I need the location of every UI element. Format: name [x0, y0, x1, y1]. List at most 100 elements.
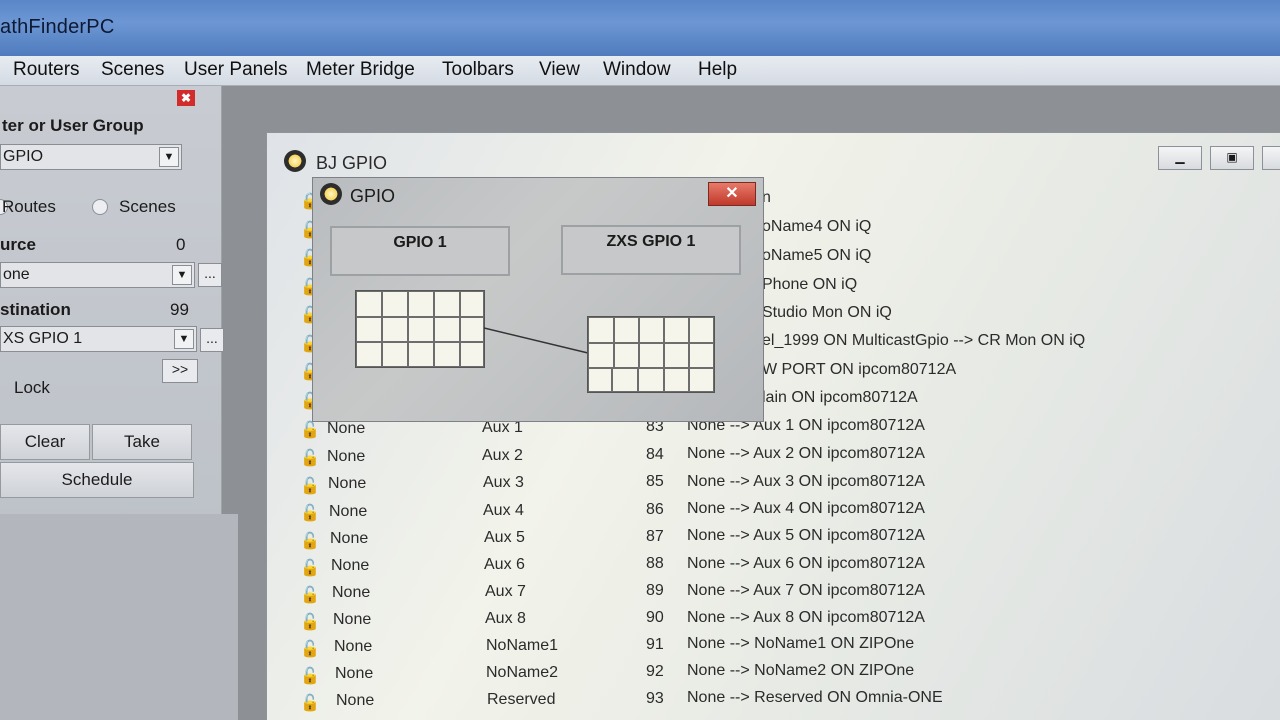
filter-value: GPIO: [3, 148, 44, 165]
gpio-pin[interactable]: [588, 343, 614, 368]
unlock-icon[interactable]: 🔓: [300, 476, 322, 496]
table-cell-route: None --> NoName1 ON ZIPOne: [687, 635, 915, 652]
table-cell-route: None --> Aux 7 ON ipcom80712A: [687, 582, 925, 599]
routes-radio-label: Routes: [2, 197, 56, 216]
table-cell-number: 93: [646, 690, 664, 707]
panel-lower-area: [0, 514, 238, 720]
table-cell-source: None: [335, 665, 374, 682]
gpio-pin[interactable]: [408, 342, 434, 367]
gpio-pin[interactable]: [689, 343, 714, 368]
unlock-icon[interactable]: 🔓: [300, 666, 322, 686]
table-cell-source: None: [334, 638, 373, 655]
gpio-pin[interactable]: [639, 317, 664, 343]
unlock-icon[interactable]: 🔓: [300, 558, 322, 578]
gpio-pin[interactable]: [588, 317, 614, 343]
table-cell-route: oName5 ON iQ: [762, 247, 872, 264]
gpio-pin[interactable]: [356, 317, 382, 342]
gpio-pin[interactable]: [614, 317, 639, 343]
gpio-pin[interactable]: [614, 343, 639, 368]
unlock-icon[interactable]: 🔓: [300, 448, 322, 468]
source-browse-button[interactable]: ...: [198, 263, 222, 287]
menu-routers[interactable]: Routers: [13, 59, 80, 81]
gpio-pin[interactable]: [689, 317, 714, 343]
gpio-pin[interactable]: [434, 317, 460, 342]
source-dropdown[interactable]: one ▼: [0, 262, 195, 288]
table-cell-source: None: [327, 448, 366, 465]
gpio-pin[interactable]: [356, 342, 382, 367]
menu-meter-bridge[interactable]: Meter Bridge: [306, 59, 415, 81]
lock-checkbox-label[interactable]: Lock: [14, 378, 50, 398]
gpio-pin[interactable]: [664, 368, 689, 392]
gpio-pin[interactable]: [408, 291, 434, 317]
sun-icon: [320, 183, 342, 205]
table-cell-name: NoName1: [486, 637, 559, 654]
table-cell-route: W PORT ON ipcom80712A: [762, 361, 957, 378]
filter-dropdown[interactable]: GPIO ▼: [0, 144, 182, 170]
gpio-pin[interactable]: [638, 368, 664, 392]
unlock-icon[interactable]: 🔓: [300, 639, 322, 659]
table-cell-source: None: [327, 420, 366, 437]
menu-window[interactable]: Window: [603, 59, 671, 81]
unlock-icon[interactable]: 🔓: [300, 503, 322, 523]
unlock-icon[interactable]: 🔓: [300, 420, 322, 440]
table-cell-name: NoName2: [486, 664, 559, 681]
gpio-pin[interactable]: [356, 291, 382, 317]
minimize-button[interactable]: ▁: [1158, 146, 1202, 170]
destination-browse-button[interactable]: ...: [200, 328, 224, 352]
gpio-pin[interactable]: [639, 343, 664, 368]
menu-toolbars[interactable]: Toolbars: [442, 59, 514, 81]
gpio-pin[interactable]: [460, 317, 484, 342]
table-cell-route: None --> Aux 8 ON ipcom80712A: [687, 609, 925, 626]
scenes-radio[interactable]: [92, 199, 108, 215]
menu-help[interactable]: Help: [698, 59, 737, 81]
window-title-bar: athFinderPC: [0, 0, 1280, 56]
gpio-pin[interactable]: [664, 317, 689, 343]
take-button[interactable]: Take: [92, 424, 192, 460]
destination-value: XS GPIO 1: [3, 330, 83, 347]
table-cell-name: Aux 8: [485, 610, 526, 627]
gpio-right-grid[interactable]: [587, 316, 715, 393]
menu-view[interactable]: View: [539, 59, 580, 81]
chevron-down-icon[interactable]: ▼: [159, 147, 179, 167]
close-icon[interactable]: ✕: [708, 182, 756, 206]
menu-scenes[interactable]: Scenes: [101, 59, 164, 81]
gpio-pin[interactable]: [382, 317, 408, 342]
table-cell-number: 87: [646, 528, 664, 545]
menu-user-panels[interactable]: User Panels: [184, 59, 288, 81]
chevron-down-icon[interactable]: ▼: [174, 329, 194, 349]
table-cell-route: oName4 ON iQ: [762, 218, 872, 235]
chevron-down-icon[interactable]: ▼: [172, 265, 192, 285]
unlock-icon[interactable]: 🔓: [300, 612, 322, 632]
table-cell-number: 86: [646, 501, 664, 518]
maximize-button[interactable]: ▣: [1210, 146, 1254, 170]
panel-close-icon[interactable]: ✖: [177, 90, 195, 106]
gpio-pin[interactable]: [588, 368, 612, 392]
forward-button[interactable]: >>: [162, 359, 198, 383]
unlock-icon[interactable]: 🔓: [300, 531, 322, 551]
table-cell-number: 85: [646, 473, 664, 490]
unlock-icon[interactable]: 🔓: [300, 585, 322, 605]
destination-dropdown[interactable]: XS GPIO 1 ▼: [0, 326, 197, 352]
table-cell-name: Aux 2: [482, 447, 523, 464]
gpio-pin[interactable]: [664, 343, 689, 368]
gpio-pin[interactable]: [382, 291, 408, 317]
gpio-pin[interactable]: [434, 291, 460, 317]
gpio-dialog-title: GPIO: [350, 186, 396, 206]
gpio-pin[interactable]: [460, 291, 484, 317]
gpio-pin[interactable]: [460, 342, 484, 367]
gpio-pin[interactable]: [408, 317, 434, 342]
table-cell-number: 90: [646, 609, 664, 626]
table-cell-name: Aux 4: [483, 502, 524, 519]
schedule-button[interactable]: Schedule: [0, 462, 194, 498]
unlock-icon[interactable]: 🔓: [300, 693, 322, 713]
gpio-pin[interactable]: [434, 342, 460, 367]
clear-button[interactable]: Clear: [0, 424, 90, 460]
table-cell-route: None --> Aux 5 ON ipcom80712A: [687, 527, 925, 544]
gpio-pin[interactable]: [382, 342, 408, 367]
source-label: urce: [0, 235, 36, 254]
gpio-left-grid[interactable]: [355, 290, 485, 368]
table-cell-name: Reserved: [487, 691, 556, 708]
gpio-pin[interactable]: [612, 368, 638, 392]
close-button[interactable]: [1262, 146, 1280, 170]
gpio-pin[interactable]: [689, 368, 714, 392]
